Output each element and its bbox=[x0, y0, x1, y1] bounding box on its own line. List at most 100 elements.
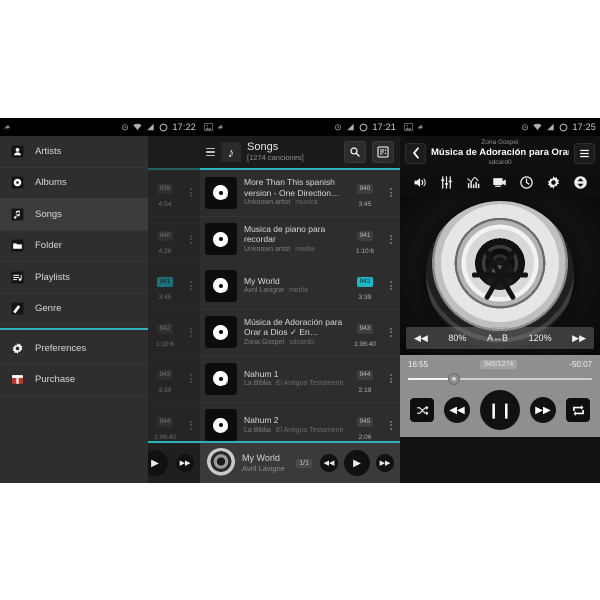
hamburger-icon[interactable] bbox=[206, 147, 215, 157]
row-menu-icon[interactable] bbox=[187, 373, 195, 385]
row-menu-icon[interactable] bbox=[387, 419, 395, 431]
sort-button[interactable] bbox=[372, 141, 394, 163]
pause-button[interactable]: ❙❙ bbox=[480, 390, 520, 430]
remaining-time: -50:07 bbox=[569, 360, 592, 369]
song-artist: Unknown artist bbox=[244, 245, 291, 253]
song-artist: La Biblia bbox=[244, 426, 271, 434]
table-row[interactable]: ♪ Nahum 1 La Biblia El Antiguo Testamento… bbox=[200, 356, 400, 403]
alarm-icon bbox=[334, 123, 342, 131]
drawer-divider bbox=[0, 328, 148, 330]
now-playing-source: sdcard0 bbox=[488, 159, 512, 166]
rewind-icon[interactable]: ◀◀ bbox=[414, 333, 428, 344]
sidebar-item-preferences[interactable]: Preferences bbox=[0, 333, 148, 365]
sidebar-item-folder[interactable]: Folder bbox=[0, 231, 148, 262]
image-icon bbox=[204, 123, 213, 131]
visualizer-icon[interactable] bbox=[466, 175, 481, 190]
track-duration: 1:06:40 bbox=[354, 340, 376, 348]
next-button[interactable]: ▶▶ bbox=[376, 454, 394, 472]
table-row[interactable]: ♪ More Than This spanish version - One D… bbox=[200, 170, 400, 217]
ab-repeat-label[interactable]: A↔B bbox=[487, 333, 508, 343]
row-menu-icon[interactable] bbox=[387, 280, 395, 292]
now-playing-title: My World bbox=[242, 452, 280, 463]
equalizer-icon[interactable] bbox=[439, 175, 454, 190]
table-row[interactable]: ♪ Musica de piano para recordar Unknown … bbox=[200, 216, 400, 263]
repeat-button[interactable] bbox=[566, 398, 590, 422]
forward-icon: ▶▶ bbox=[535, 404, 551, 416]
player-footer: 16:55 945/1274 -50:07 ★ ◀◀ ❙❙ ▶▶ bbox=[400, 355, 600, 437]
row-menu-icon[interactable] bbox=[187, 280, 195, 292]
back-icon bbox=[217, 123, 226, 132]
sidebar-item-playlists[interactable]: Playlists bbox=[0, 262, 148, 294]
sidebar-item-songs[interactable]: Songs bbox=[0, 199, 148, 231]
repeat-icon bbox=[572, 404, 585, 417]
circle-icon bbox=[159, 123, 168, 132]
album-art-icon: ♪ bbox=[205, 409, 237, 442]
sidebar-item-label: Folder bbox=[35, 240, 62, 252]
row-menu-icon[interactable] bbox=[187, 187, 195, 199]
back-icon bbox=[4, 123, 13, 132]
sidebar-item-genre[interactable]: Genre bbox=[0, 294, 148, 325]
updown-arrows-icon[interactable] bbox=[573, 175, 588, 190]
menu-button[interactable] bbox=[574, 142, 595, 164]
track-number: 941 bbox=[156, 277, 174, 288]
sidebar-item-label: Genre bbox=[35, 303, 62, 315]
song-title: My World bbox=[244, 275, 280, 286]
table-row[interactable]: ♪ Música de Adoración para Orar a Dios ✓… bbox=[200, 309, 400, 356]
row-menu-icon[interactable] bbox=[187, 233, 195, 245]
volume-icon[interactable] bbox=[412, 175, 427, 190]
track-duration: 3:39 bbox=[158, 387, 172, 395]
playlist-icon bbox=[10, 270, 25, 285]
row-menu-icon[interactable] bbox=[387, 233, 395, 245]
song-source: El Antiguo Testamento, / bbox=[275, 380, 343, 387]
playback-speed-bar: ◀◀ 80% A↔B 120% ▶▶ bbox=[406, 327, 594, 349]
playlist-icon[interactable] bbox=[492, 175, 507, 190]
slow-speed-label[interactable]: 80% bbox=[448, 333, 466, 343]
gear-icon[interactable] bbox=[546, 175, 561, 190]
sidebar-item-albums[interactable]: Albums bbox=[0, 168, 148, 199]
play-button[interactable]: ▶ bbox=[344, 450, 370, 476]
track-number: 943 bbox=[156, 370, 174, 381]
row-menu-icon[interactable] bbox=[187, 419, 195, 431]
prev-button[interactable]: ◀◀ bbox=[320, 454, 338, 472]
seek-slider[interactable]: ★ bbox=[408, 373, 592, 385]
track-number: 945 bbox=[356, 416, 374, 427]
song-title: Nahum 1 bbox=[244, 368, 279, 379]
music-note-icon bbox=[10, 207, 25, 222]
sidebar-item-label: Songs bbox=[35, 208, 62, 220]
row-menu-icon[interactable] bbox=[387, 373, 395, 385]
elapsed-time: 16:55 bbox=[408, 360, 429, 369]
track-counter: 945/1274 bbox=[480, 360, 518, 369]
song-source: sdcard0 bbox=[289, 338, 314, 346]
sidebar-item-purchase[interactable]: Purchase bbox=[0, 365, 148, 396]
sidebar-item-artists[interactable]: Artists bbox=[0, 136, 148, 168]
signal-icon bbox=[546, 123, 555, 131]
queue-count: 1/1 bbox=[296, 458, 312, 468]
song-list: ♪ More Than This spanish version - One D… bbox=[200, 170, 400, 459]
forward-icon[interactable]: ▶▶ bbox=[572, 333, 586, 344]
timer-icon[interactable] bbox=[519, 175, 534, 190]
track-duration: 3:45 bbox=[358, 201, 372, 209]
table-row[interactable]: ♪ My World Avril Lavigne media 942 3:39 bbox=[200, 263, 400, 310]
search-button[interactable] bbox=[344, 141, 366, 163]
track-duration: 3:45 bbox=[158, 294, 172, 302]
now-playing-art bbox=[206, 448, 236, 478]
row-menu-icon[interactable] bbox=[187, 326, 195, 338]
row-menu-icon[interactable] bbox=[387, 187, 395, 199]
fast-speed-label[interactable]: 120% bbox=[529, 333, 552, 343]
now-playing-title: Música de Adoración para Orar bbox=[431, 147, 569, 158]
wifi-icon bbox=[133, 123, 143, 131]
track-duration: 2:19 bbox=[358, 387, 372, 395]
music-note-icon: ♪ bbox=[221, 142, 241, 162]
row-menu-icon[interactable] bbox=[387, 326, 395, 338]
forward-button[interactable]: ▶▶ bbox=[530, 397, 556, 423]
back-button[interactable] bbox=[405, 142, 426, 164]
track-duration: 4:28 bbox=[158, 247, 172, 255]
rewind-button[interactable]: ◀◀ bbox=[444, 397, 470, 423]
next-button[interactable]: ▶▶ bbox=[176, 454, 194, 472]
seek-knob[interactable]: ★ bbox=[448, 373, 460, 385]
statusbar-left: 17:22 bbox=[0, 118, 200, 136]
folder-icon bbox=[10, 238, 25, 253]
shuffle-button[interactable] bbox=[410, 398, 434, 422]
sidebar-item-label: Purchase bbox=[35, 374, 76, 386]
sidebar-item-label: Artists bbox=[35, 145, 62, 157]
